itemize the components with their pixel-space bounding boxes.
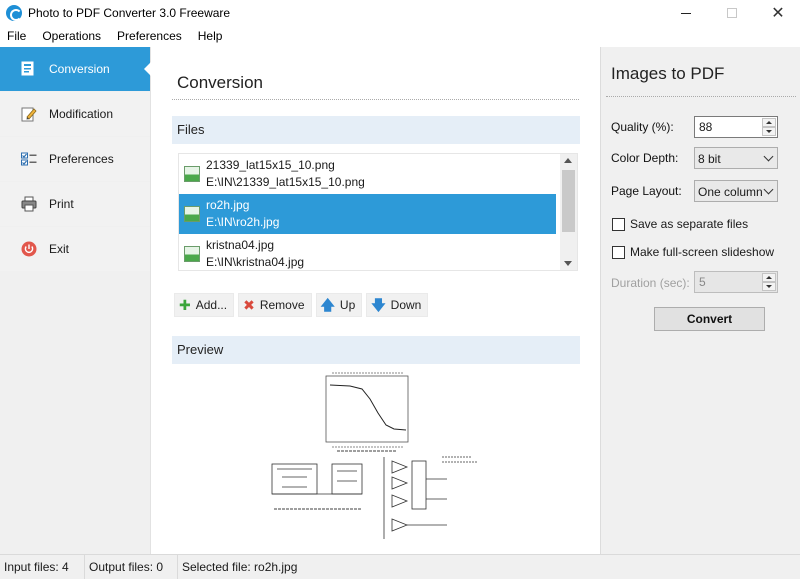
options-panel: Images to PDF Quality (%): 88 Color Dept… [600, 47, 800, 554]
menu-bar: File Operations Preferences Help [0, 26, 800, 46]
sidebar-item-label: Modification [49, 107, 114, 121]
color-depth-select[interactable]: 8 bit [694, 147, 778, 169]
file-path: E:\IN\kristna04.jpg [206, 255, 305, 269]
arrow-down-icon: 🡇 [371, 297, 386, 313]
sidebar-item-label: Exit [49, 242, 70, 256]
status-output-files: Output files: 0 [85, 554, 178, 579]
scroll-up-icon[interactable] [564, 158, 572, 163]
minimize-icon [681, 12, 691, 14]
duration-down-icon [762, 282, 776, 291]
quality-up-icon[interactable] [762, 118, 776, 127]
down-button-label: Down [390, 298, 422, 312]
maximize-icon [727, 8, 737, 18]
add-button[interactable]: ✚ Add... [174, 293, 235, 317]
close-icon: ✕ [771, 5, 785, 22]
page-layout-select[interactable]: One column [694, 180, 778, 202]
sidebar-item-label: Conversion [49, 62, 110, 76]
pencil-icon [20, 105, 38, 123]
slideshow-label: Make full-screen slideshow [630, 245, 775, 259]
menu-preferences[interactable]: Preferences [109, 26, 190, 46]
up-button[interactable]: 🡅 Up [315, 293, 363, 317]
down-button[interactable]: 🡇 Down [366, 293, 429, 317]
app-icon [6, 5, 22, 21]
file-path: E:\IN\ro2h.jpg [206, 215, 280, 229]
chevron-down-icon [763, 184, 774, 195]
slideshow-checkbox[interactable] [612, 245, 625, 259]
title-bar: Photo to PDF Converter 3.0 Freeware ✕ [0, 0, 800, 26]
status-bar: Input files: 4 Output files: 0 Selected … [0, 554, 800, 579]
file-row[interactable]: kristna04.jpg E:\IN\kristna04.jpg [179, 234, 556, 270]
image-file-icon [184, 166, 200, 182]
save-separate-checkbox[interactable] [612, 217, 625, 231]
sidebar-item-label: Print [49, 197, 74, 211]
remove-button-label: Remove [259, 298, 305, 312]
up-button-label: Up [339, 298, 356, 312]
file-row-selected[interactable]: ro2h.jpg E:\IN\ro2h.jpg [179, 194, 556, 234]
status-input-files: Input files: 4 [0, 554, 85, 579]
slideshow-option[interactable]: Make full-screen slideshow [612, 245, 774, 259]
quality-down-icon[interactable] [762, 127, 776, 136]
file-path: E:\IN\21339_lat15x15_10.png [206, 175, 365, 189]
maximize-button[interactable] [709, 0, 755, 26]
remove-icon: ✖ [243, 297, 255, 313]
plus-icon: ✚ [179, 297, 191, 313]
quality-value: 88 [699, 120, 713, 134]
options-divider [606, 96, 796, 97]
printer-icon [20, 195, 38, 213]
close-button[interactable]: ✕ [755, 0, 800, 26]
scroll-thumb[interactable] [562, 170, 575, 232]
file-name: kristna04.jpg [206, 238, 275, 252]
page-title: Conversion [177, 73, 263, 92]
file-list-scrollbar[interactable] [560, 154, 577, 270]
remove-button[interactable]: ✖ Remove [238, 293, 312, 317]
sidebar-item-print[interactable]: Print [0, 182, 150, 226]
scroll-down-icon[interactable] [564, 261, 572, 266]
page-layout-value: One column [698, 185, 763, 199]
image-file-icon [184, 206, 200, 222]
color-depth-label: Color Depth: [611, 151, 679, 165]
main-panel: Conversion Files 21339_lat15x15_10.png E… [152, 47, 599, 554]
sidebar-item-label: Preferences [49, 152, 114, 166]
power-icon [20, 240, 38, 258]
menu-help[interactable]: Help [190, 26, 231, 46]
file-buttons: ✚ Add... ✖ Remove 🡅 Up 🡇 Down [174, 293, 429, 317]
file-name: ro2h.jpg [206, 198, 250, 212]
files-section-header: Files [172, 116, 580, 144]
duration-label: Duration (sec): [611, 276, 690, 290]
duration-stepper: 5 [694, 271, 778, 293]
save-separate-label: Save as separate files [630, 217, 749, 231]
arrow-up-icon: 🡅 [320, 297, 335, 313]
minimize-button[interactable] [663, 0, 709, 26]
menu-file[interactable]: File [0, 26, 34, 46]
quality-stepper[interactable]: 88 [694, 116, 778, 138]
sidebar-item-exit[interactable]: Exit [0, 227, 150, 271]
chevron-down-icon [763, 151, 774, 162]
title-divider [172, 99, 579, 100]
window-title: Photo to PDF Converter 3.0 Freeware [28, 6, 231, 20]
preview-image [271, 372, 477, 539]
status-selected-file: Selected file: ro2h.jpg [182, 559, 298, 574]
sidebar-item-preferences[interactable]: Preferences [0, 137, 150, 181]
color-depth-value: 8 bit [698, 152, 721, 166]
checklist-icon [20, 150, 38, 168]
file-list[interactable]: 21339_lat15x15_10.png E:\IN\21339_lat15x… [178, 153, 578, 271]
sidebar-item-conversion[interactable]: Conversion [0, 47, 151, 91]
convert-button[interactable]: Convert [654, 307, 765, 331]
page-layout-label: Page Layout: [611, 184, 682, 198]
menu-operations[interactable]: Operations [34, 26, 109, 46]
preview-area [172, 369, 580, 549]
options-title: Images to PDF [611, 64, 725, 83]
add-button-label: Add... [195, 298, 228, 312]
conversion-icon [20, 60, 38, 78]
save-separate-option[interactable]: Save as separate files [612, 217, 748, 231]
sidebar: Conversion Modification Preferences Prin… [0, 47, 151, 554]
quality-label: Quality (%): [611, 120, 674, 134]
image-file-icon [184, 246, 200, 262]
sidebar-item-modification[interactable]: Modification [0, 92, 150, 136]
preview-section-header: Preview [172, 336, 580, 364]
file-row[interactable]: 21339_lat15x15_10.png E:\IN\21339_lat15x… [179, 154, 556, 194]
duration-value: 5 [699, 275, 706, 289]
file-name: 21339_lat15x15_10.png [206, 158, 335, 172]
duration-up-icon [762, 273, 776, 282]
